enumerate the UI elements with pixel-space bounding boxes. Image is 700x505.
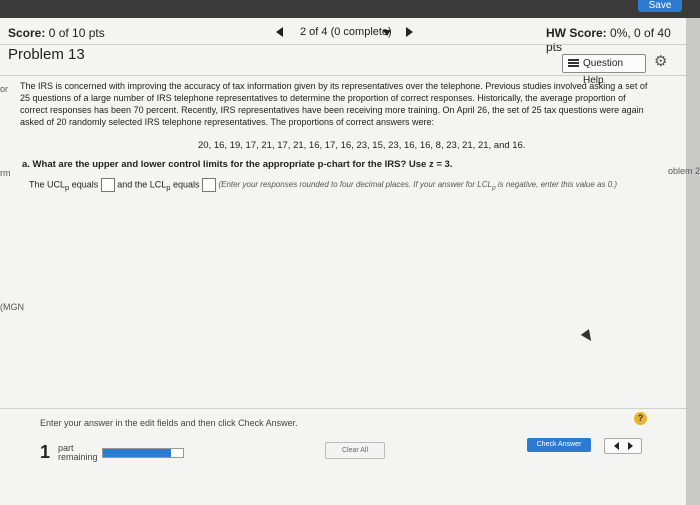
check-answer-button[interactable]: Check Answer: [527, 438, 591, 452]
progress-fill: [103, 449, 171, 457]
progress-bar: [102, 448, 184, 458]
footer-instruction: Enter your answer in the edit fields and…: [40, 418, 298, 428]
part-navigator: [604, 438, 642, 454]
mouse-cursor-icon: [580, 329, 596, 344]
header-divider: [0, 44, 686, 45]
parts-label-line2: remaining: [58, 452, 98, 462]
note-end: is negative, enter this value as 0.): [495, 180, 618, 190]
question-navigator: 2 of 4 (0 complete): [272, 24, 422, 42]
save-button[interactable]: Save: [638, 0, 682, 12]
footer-divider: [0, 408, 686, 409]
background-fragment-mgn: (MGN: [0, 302, 24, 312]
score-value: 0 of 10 pts: [48, 26, 105, 40]
note-text: (Enter your responses rounded to four de…: [218, 180, 492, 190]
problem-statement: The IRS is concerned with improving the …: [20, 81, 648, 127]
next-part-icon[interactable]: [628, 442, 633, 450]
score-label: Score:: [8, 26, 46, 40]
data-values: 20, 16, 19, 17, 21, 17, 21, 16, 17, 16, …: [198, 140, 526, 151]
hw-score-label: HW Score:: [546, 26, 607, 40]
answer-line: The UCLp equals and the LCLp equals (Ent…: [29, 178, 617, 192]
question-a: a. What are the upper and lower control …: [22, 159, 453, 170]
problem-divider: [0, 75, 686, 76]
previous-part-icon[interactable]: [614, 442, 619, 450]
clear-all-button[interactable]: Clear All: [325, 442, 385, 459]
ucl-prefix: The UCL: [29, 179, 66, 190]
window-topbar: Save: [0, 0, 700, 18]
question-position[interactable]: 2 of 4 (0 complete): [300, 26, 392, 38]
list-icon: [568, 59, 579, 68]
lcl-prefix: and the LCL: [114, 179, 167, 190]
gear-icon[interactable]: ⚙: [654, 54, 670, 70]
question-help-button[interactable]: Question Help: [562, 54, 646, 86]
next-question-icon[interactable]: [406, 27, 413, 37]
ucl-answer-input[interactable]: [100, 178, 115, 192]
homework-page: Score: 0 of 10 pts 2 of 4 (0 complete) H…: [0, 18, 686, 505]
score-display: Score: 0 of 10 pts: [8, 26, 105, 40]
problem-title: Problem 13: [8, 46, 85, 63]
ucl-equals: equals: [69, 179, 101, 190]
background-fragment-rm: rm: [0, 168, 11, 178]
background-fragment-problem: oblem 2: [667, 166, 700, 176]
lcl-answer-input[interactable]: [201, 178, 216, 192]
lcl-equals: equals: [170, 179, 202, 190]
parts-remaining-label: part remaining: [58, 444, 98, 462]
parts-remaining-count: 1: [40, 442, 51, 462]
help-icon[interactable]: ?: [634, 412, 647, 425]
background-fragment-or: or: [0, 84, 9, 94]
rounding-note: (Enter your responses rounded to four de…: [218, 180, 618, 192]
previous-question-icon[interactable]: [276, 27, 283, 37]
chevron-down-icon[interactable]: [383, 30, 391, 36]
hw-score-display: HW Score: 0%, 0 of 40 pts: [546, 26, 686, 54]
